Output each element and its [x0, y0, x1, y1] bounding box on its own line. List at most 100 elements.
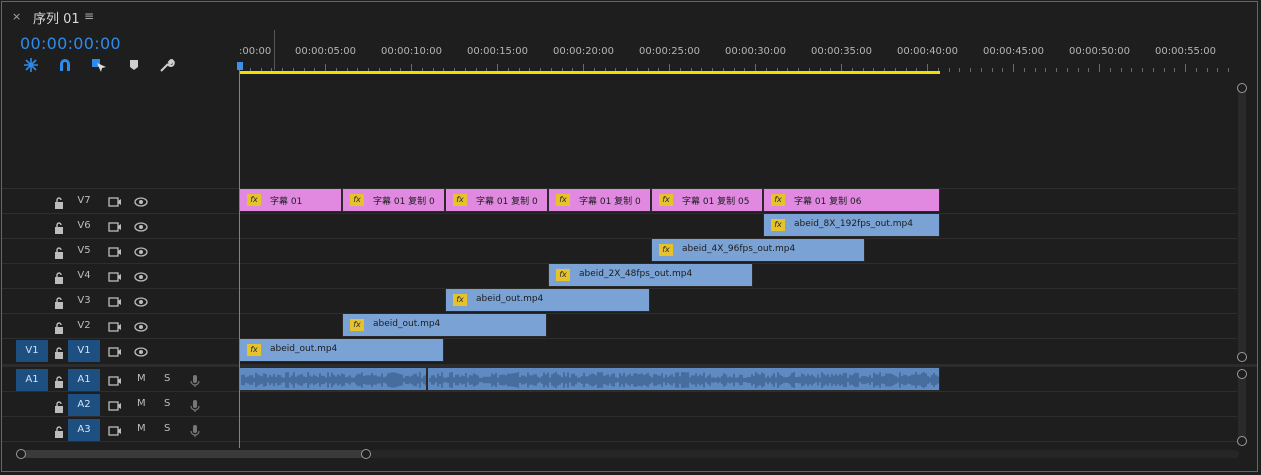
mute-button[interactable]: M [137, 398, 146, 409]
mute-button[interactable]: M [137, 373, 146, 384]
clip-v3[interactable]: fx abeid_out.mp4 [445, 288, 650, 312]
graphic-clip-v7[interactable]: fx 字幕 01 复制 05 [651, 188, 763, 212]
graphic-clip-v7[interactable]: fx 字幕 01 复制 0 [548, 188, 651, 212]
snap-magnet-icon[interactable] [57, 57, 73, 73]
toggle-sync-lock-icon[interactable] [108, 344, 122, 358]
playhead-handle[interactable] [237, 62, 243, 70]
toggle-sync-lock-icon[interactable] [108, 294, 122, 308]
scroll-handle-top[interactable] [1237, 83, 1247, 93]
lock-icon[interactable] [54, 344, 64, 359]
source-patch-a1[interactable]: A1 [16, 369, 48, 391]
settings-wrench-icon[interactable] [159, 57, 175, 73]
clip-v4[interactable]: fx abeid_2X_48fps_out.mp4 [548, 263, 753, 287]
add-marker-icon[interactable] [126, 57, 142, 73]
panel-menu-icon[interactable]: ≡ [84, 9, 94, 23]
clip-v6[interactable]: fx abeid_8X_192fps_out.mp4 [763, 213, 940, 237]
zoom-scroll-thumb[interactable] [21, 450, 366, 458]
zoom-handle-right[interactable] [361, 449, 371, 459]
audio-clip-a1-2[interactable] [427, 367, 940, 391]
scroll-handle-bottom[interactable] [1237, 352, 1247, 362]
toggle-sync-lock-icon[interactable] [108, 319, 122, 333]
ruler-tick [1024, 68, 1025, 72]
toggle-sync-lock-icon[interactable] [108, 219, 122, 233]
eye-icon[interactable] [134, 319, 148, 333]
track-target-a1[interactable]: A1 [68, 369, 100, 391]
toggle-sync-lock-icon[interactable] [108, 269, 122, 283]
ruler-time-label: 00:00:40:00 [897, 46, 959, 57]
toggle-sync-lock-icon[interactable] [108, 194, 122, 208]
graphic-clip-v7[interactable]: fx 字幕 01 复制 06 [763, 188, 940, 212]
toggle-sync-lock-icon[interactable] [108, 398, 122, 412]
horizontal-zoom-scrollbar[interactable] [21, 450, 1239, 458]
track-name[interactable]: V4 [72, 270, 96, 281]
voice-over-record-icon[interactable] [188, 398, 202, 412]
clip-v5[interactable]: fx abeid_4X_96fps_out.mp4 [651, 238, 865, 262]
eye-icon[interactable] [134, 244, 148, 258]
video-vertical-scrollbar[interactable] [1238, 84, 1246, 360]
solo-button[interactable]: S [164, 423, 170, 434]
track-name[interactable]: V2 [72, 320, 96, 331]
eye-icon[interactable] [134, 194, 148, 208]
close-tab-icon[interactable]: × [12, 10, 21, 23]
eye-icon[interactable] [134, 269, 148, 283]
ruler-tick [1228, 68, 1229, 72]
lock-icon[interactable] [54, 294, 64, 309]
track-name[interactable]: V7 [72, 195, 96, 206]
toggle-sync-lock-icon[interactable] [108, 373, 122, 387]
eye-icon[interactable] [134, 294, 148, 308]
lock-icon[interactable] [54, 373, 64, 388]
track-header-v6: V6 [2, 214, 238, 238]
audio-vertical-scrollbar[interactable] [1238, 371, 1246, 443]
track-name[interactable]: V5 [72, 245, 96, 256]
lock-icon[interactable] [54, 244, 64, 259]
track-name[interactable]: V3 [72, 295, 96, 306]
ruler-tick [1099, 64, 1100, 72]
track-target-v1[interactable]: V1 [68, 340, 100, 362]
toggle-sync-lock-icon[interactable] [108, 423, 122, 437]
voice-over-record-icon[interactable] [188, 423, 202, 437]
toggle-sync-lock-icon[interactable] [108, 244, 122, 258]
track-target-a3[interactable]: A3 [68, 419, 100, 441]
clip-label: abeid_out.mp4 [476, 294, 544, 304]
clip-label: 字幕 01 复制 0 [476, 197, 538, 207]
sequence-tab-title[interactable]: 序列 01 [33, 8, 80, 27]
track-header-v3: V3 [2, 289, 238, 313]
eye-icon[interactable] [134, 219, 148, 233]
zoom-handle-left[interactable] [16, 449, 26, 459]
ruler-tick [959, 68, 960, 72]
solo-button[interactable]: S [164, 373, 170, 384]
playhead-timecode[interactable]: 00:00:00:00 [20, 34, 121, 53]
track-header-v1: V1 V1 [2, 339, 238, 363]
lock-icon[interactable] [54, 194, 64, 209]
ruler-time-label: 00:00:05:00 [295, 46, 357, 57]
lock-icon[interactable] [54, 423, 64, 438]
source-patch-v1[interactable]: V1 [16, 340, 48, 362]
lock-icon[interactable] [54, 219, 64, 234]
solo-button[interactable]: S [164, 398, 170, 409]
clip-v1[interactable]: fx abeid_out.mp4 [239, 338, 444, 362]
clip-label: abeid_out.mp4 [270, 344, 338, 354]
voice-over-record-icon[interactable] [188, 373, 202, 387]
mute-button[interactable]: M [137, 423, 146, 434]
lock-icon[interactable] [54, 398, 64, 413]
track-target-a2[interactable]: A2 [68, 394, 100, 416]
lock-icon[interactable] [54, 269, 64, 284]
linked-selection-icon[interactable] [91, 57, 107, 73]
track-name[interactable]: V6 [72, 220, 96, 231]
graphic-clip-v7[interactable]: fx 字幕 01 [239, 188, 342, 212]
ruler-tick [949, 68, 950, 72]
fx-badge-icon: fx [771, 219, 785, 231]
scroll-handle-top[interactable] [1237, 369, 1247, 379]
graphic-clip-v7[interactable]: fx 字幕 01 复制 0 [342, 188, 445, 212]
fx-badge-icon: fx [556, 194, 570, 206]
playhead-line[interactable] [239, 70, 240, 448]
clip-v2[interactable]: fx abeid_out.mp4 [342, 313, 547, 337]
time-ruler[interactable]: :00:00 00:00:05:00 00:00:10:00 00:00:15:00 0… [239, 30, 1237, 76]
scroll-handle-bottom[interactable] [1237, 436, 1247, 446]
audio-clip-a1-1[interactable] [239, 367, 427, 391]
lock-icon[interactable] [54, 319, 64, 334]
work-area-bar[interactable] [239, 71, 940, 74]
graphic-clip-v7[interactable]: fx 字幕 01 复制 0 [445, 188, 548, 212]
eye-icon[interactable] [134, 344, 148, 358]
snap-insert-icon[interactable] [23, 57, 39, 73]
